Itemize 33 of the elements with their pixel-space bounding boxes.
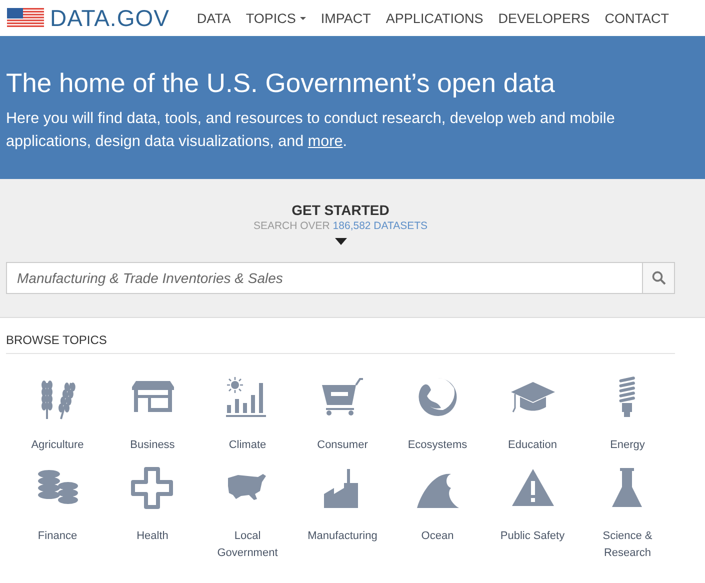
topic-link[interactable]: Finance bbox=[38, 528, 78, 545]
topic-link[interactable]: Energy bbox=[610, 437, 645, 454]
hero-text: Here you will find data, tools, and resources to conduct research, develop web and mobile applications, design data visualizations, and more. bbox=[6, 109, 616, 152]
topic-link[interactable]: Ecosystems bbox=[408, 437, 468, 454]
down-arrow-icon bbox=[334, 238, 346, 245]
section-heading: BROWSE TOPICS bbox=[6, 333, 675, 354]
topic-link[interactable]: Manufacturing bbox=[308, 528, 378, 545]
nav-link[interactable]: DEVELOPERS bbox=[498, 10, 590, 26]
search-field[interactable]: Manufacturing & Trade Inventories & Sales bbox=[6, 262, 643, 294]
topic-link[interactable]: Local Government bbox=[212, 528, 282, 562]
topic-link[interactable]: Climate bbox=[228, 437, 266, 454]
site-logo[interactable]: DATA.GOV bbox=[50, 4, 170, 32]
flag-icon bbox=[7, 8, 44, 28]
nav-link[interactable]: DATA bbox=[196, 10, 231, 26]
topic-link[interactable]: Consumer bbox=[317, 437, 368, 454]
search-button[interactable] bbox=[643, 262, 675, 294]
nav-link[interactable]: TOPICS bbox=[246, 10, 306, 26]
nav-link[interactable]: CONTACT bbox=[604, 10, 669, 26]
topic-link[interactable]: Ocean bbox=[421, 528, 454, 545]
topic-link[interactable]: Health bbox=[136, 528, 168, 545]
topic-icon[interactable] bbox=[130, 466, 176, 512]
nav-link[interactable]: APPLICATIONS bbox=[386, 10, 484, 26]
more-link[interactable]: more bbox=[308, 133, 343, 150]
nav-link[interactable]: IMPACT bbox=[320, 10, 371, 26]
section-heading: GET STARTED bbox=[292, 202, 390, 218]
topic-link[interactable]: Public Safety bbox=[500, 528, 565, 545]
dataset-count: SEARCH OVER 186,582 DATASETS bbox=[253, 220, 428, 232]
topic-link[interactable]: Business bbox=[130, 437, 175, 454]
topic-link[interactable]: Science & Research bbox=[592, 528, 662, 562]
topic-link[interactable]: Agriculture bbox=[31, 437, 84, 454]
hero-title: The home of the U.S. Government’s open data bbox=[6, 68, 556, 99]
topic-link[interactable]: Education bbox=[508, 437, 557, 454]
search-icon bbox=[652, 271, 666, 285]
